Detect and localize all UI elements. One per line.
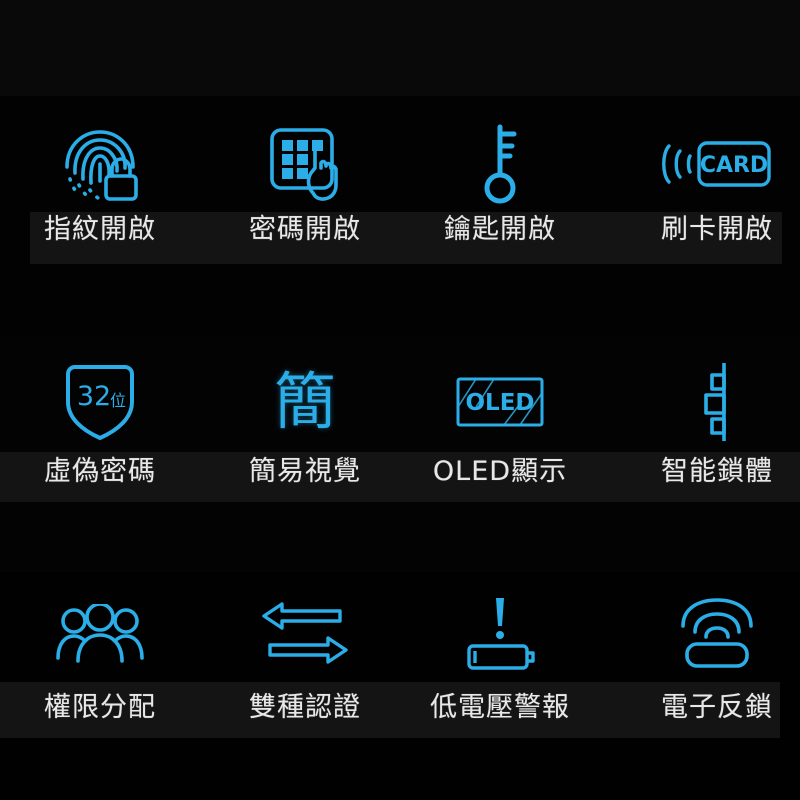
- feature-cell-password[interactable]: 密碼開啟: [205, 118, 405, 243]
- lock-body-icon: [694, 356, 740, 448]
- shield-icon-number: 32: [77, 381, 111, 412]
- feature-label: 指紋開啟: [44, 214, 156, 245]
- feature-cell-oled[interactable]: OLED OLED顯示: [400, 356, 600, 485]
- feature-label: 雙種認證: [249, 692, 361, 723]
- wireless-deadbolt-icon: [675, 588, 759, 680]
- simple-character-glyph: 簡: [273, 365, 336, 438]
- feature-label: 鑰匙開啟: [444, 214, 556, 245]
- card-swipe-icon: CARD: [659, 118, 775, 210]
- key-icon: [470, 118, 530, 210]
- feature-label: 簡易視覺: [249, 456, 361, 487]
- fingerprint-lock-icon: [57, 118, 143, 210]
- feature-label: 虛偽密碼: [44, 456, 156, 487]
- features-grid: 指紋開啟 密碼開啟 鑰匙開啟 CARD 刷卡開啟 32 位 虛偽密碼 簡 簡易視…: [0, 0, 800, 800]
- feature-label: 密碼開啟: [249, 214, 361, 245]
- feature-label: 低電壓警報: [430, 692, 570, 723]
- shield-icon: 32 位: [60, 356, 140, 448]
- feature-cell-dual-auth[interactable]: 雙種認證: [205, 588, 405, 721]
- shield-icon-unit: 位: [110, 391, 126, 410]
- feature-cell-permissions[interactable]: 權限分配: [0, 588, 200, 721]
- feature-grid-panel: 指紋開啟 密碼開啟 鑰匙開啟 CARD 刷卡開啟 32 位 虛偽密碼 簡 簡易視…: [0, 0, 800, 800]
- feature-cell-card[interactable]: CARD 刷卡開啟: [617, 118, 800, 243]
- low-battery-alert-icon: [460, 588, 540, 680]
- feature-label: 電子反鎖: [661, 692, 773, 723]
- feature-label: 刷卡開啟: [661, 214, 773, 245]
- feature-cell-smart-lock-body[interactable]: 智能鎖體: [617, 356, 800, 485]
- users-group-icon: [52, 588, 148, 680]
- card-icon-text: CARD: [700, 153, 768, 178]
- feature-label: 權限分配: [44, 692, 156, 723]
- feature-cell-electronic-deadbolt[interactable]: 電子反鎖: [617, 588, 800, 721]
- feature-cell-fingerprint[interactable]: 指紋開啟: [0, 118, 200, 243]
- oled-icon-text: OLED: [465, 390, 534, 416]
- feature-label: 智能鎖體: [661, 456, 773, 487]
- two-way-arrows-icon: [258, 588, 352, 680]
- feature-cell-fake-password[interactable]: 32 位 虛偽密碼: [0, 356, 200, 485]
- feature-cell-low-battery[interactable]: 低電壓警報: [400, 588, 600, 721]
- oled-screen-icon: OLED: [454, 356, 546, 448]
- keypad-touch-icon: [262, 118, 348, 210]
- feature-label: OLED顯示: [432, 456, 568, 487]
- feature-cell-simple-visual[interactable]: 簡 簡易視覺: [205, 356, 405, 487]
- simple-character-icon: 簡: [274, 356, 336, 448]
- feature-cell-key[interactable]: 鑰匙開啟: [400, 118, 600, 243]
